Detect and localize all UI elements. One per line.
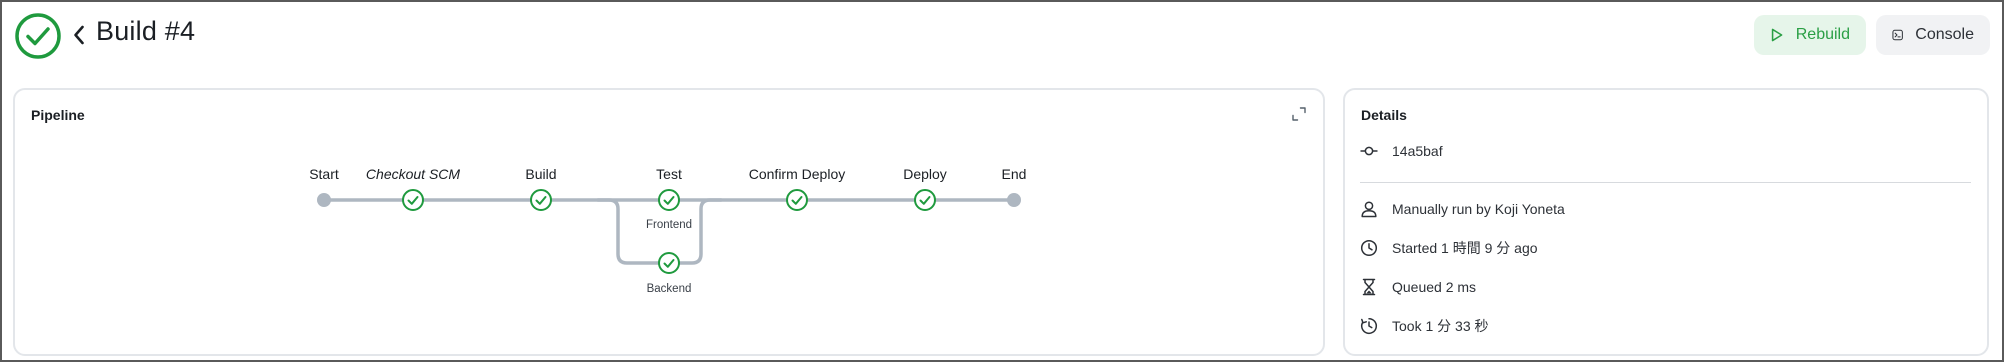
console-label: Console [1915, 26, 1974, 43]
page-title: Build #4 [96, 16, 196, 46]
stage-label-test: Test [656, 166, 682, 182]
details-title: Details [1361, 107, 1407, 123]
stage-label-start: Start [309, 166, 339, 182]
stage-node-test-backend[interactable] [658, 252, 680, 274]
branch-label-frontend: Frontend [646, 219, 692, 231]
stage-label-end: End [1002, 166, 1027, 182]
pipeline-graph: Start Checkout SCM Build Test Frontend B… [309, 166, 1027, 295]
stage-label-checkout-scm: Checkout SCM [366, 166, 460, 182]
success-check-icon [15, 13, 61, 59]
commit-hash: 14a5baf [1392, 143, 1443, 159]
hourglass-icon [1362, 278, 1376, 296]
chevron-left-icon [74, 25, 84, 45]
details-card: Details 14a5baf Manually run by Koji Yon… [1343, 88, 1989, 356]
started-text: Started 1 時間 9 分 ago [1392, 240, 1538, 256]
started-row: Started 1 時間 9 分 ago [1360, 236, 1538, 260]
trigger-text: Manually run by Koji Yoneta [1392, 201, 1565, 217]
back-button[interactable] [68, 20, 90, 50]
console-button[interactable]: Console [1876, 15, 1990, 55]
rebuild-label: Rebuild [1795, 26, 1850, 43]
commit-icon [1360, 146, 1378, 156]
clock-icon [1360, 239, 1378, 257]
stage-node-test-frontend[interactable] [658, 189, 680, 211]
user-icon [1361, 201, 1377, 218]
stage-label-confirm-deploy: Confirm Deploy [749, 166, 845, 182]
rebuild-button[interactable]: Rebuild [1754, 15, 1866, 55]
duration-row: Took 1 分 33 秒 [1360, 314, 1489, 338]
branch-label-backend: Backend [647, 283, 692, 295]
queued-text: Queued 2 ms [1392, 279, 1477, 295]
stage-node-deploy[interactable] [914, 189, 936, 211]
stage-label-build: Build [525, 166, 556, 182]
queued-row: Queued 2 ms [1360, 275, 1476, 299]
commit-row[interactable]: 14a5baf [1360, 139, 1443, 163]
details-divider [1360, 182, 1971, 183]
stage-node-confirm-deploy[interactable] [786, 189, 808, 211]
trigger-row: Manually run by Koji Yoneta [1360, 197, 1565, 221]
pipeline-start-node [317, 193, 331, 207]
pipeline-card: Pipeline Start Checkout SCM Build Test F… [13, 88, 1325, 356]
terminal-icon [1892, 29, 1903, 41]
play-icon [1771, 28, 1783, 42]
duration-text: Took 1 分 33 秒 [1392, 318, 1489, 334]
stage-label-deploy: Deploy [903, 166, 947, 182]
stage-node-checkout-scm[interactable] [402, 189, 424, 211]
stage-node-build[interactable] [530, 189, 552, 211]
pipeline-end-node [1007, 193, 1021, 207]
timer-icon [1361, 317, 1378, 335]
